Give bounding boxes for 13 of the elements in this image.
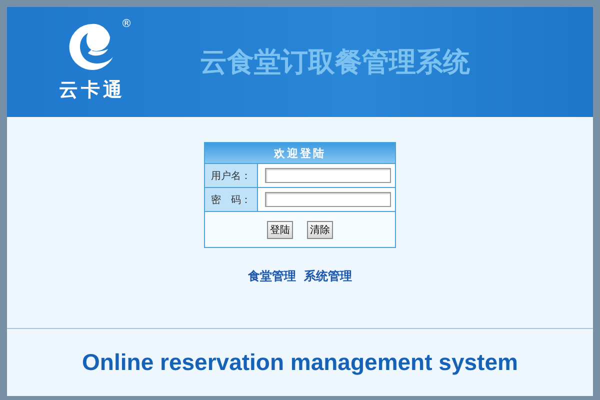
- nav-link[interactable]: 食堂管理: [248, 268, 296, 285]
- logo-text: 云卡通: [59, 78, 125, 103]
- login-title: 欢迎登陆: [205, 143, 395, 163]
- field-label: 用户名：: [205, 164, 258, 187]
- nav-link[interactable]: 系统管理: [304, 268, 352, 285]
- username-field[interactable]: [265, 168, 391, 183]
- registered-mark: ®: [121, 17, 132, 30]
- footer-caption: Online reservation management system: [82, 349, 518, 376]
- login-button[interactable]: 登陆: [267, 220, 293, 238]
- system-title: 云食堂订取餐管理系统: [200, 46, 470, 80]
- password-field[interactable]: [265, 192, 391, 207]
- clear-button[interactable]: 清除: [307, 220, 333, 238]
- field-label: 密 码：: [205, 188, 258, 211]
